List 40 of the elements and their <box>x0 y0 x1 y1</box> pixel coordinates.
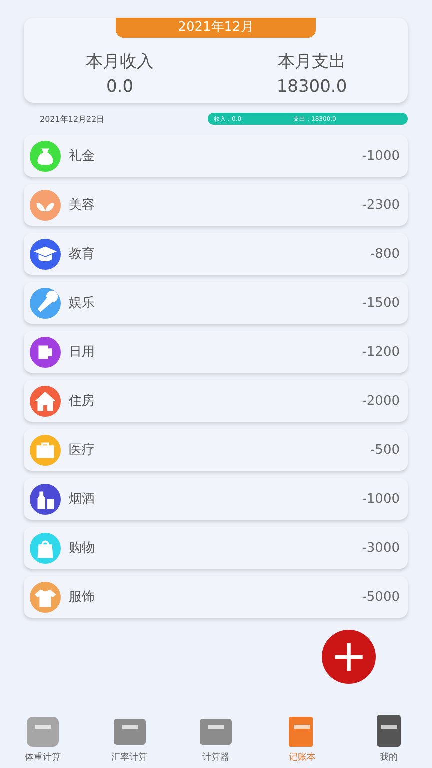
category-name: 教育 <box>69 246 96 263</box>
income-value: 0.0 <box>106 77 134 97</box>
expense-value: 18300.0 <box>276 77 348 97</box>
nav-tab[interactable]: 计算器 <box>198 713 234 764</box>
expense-row[interactable]: 医疗 -500 <box>24 429 408 471</box>
expense-label: 本月支出 <box>278 51 346 73</box>
amount: -1200 <box>362 344 400 360</box>
add-button[interactable]: + <box>322 630 376 684</box>
amount: -800 <box>370 246 400 262</box>
nav-tab[interactable]: 体重计算 <box>25 713 62 764</box>
category-name: 购物 <box>69 540 96 557</box>
category-name: 服饰 <box>69 589 96 606</box>
amount: -5000 <box>362 590 400 604</box>
category-name: 住房 <box>69 393 96 410</box>
category-name: 娱乐 <box>69 295 96 312</box>
income-label: 本月收入 <box>86 51 154 73</box>
amount: -1000 <box>362 148 400 164</box>
expense-row[interactable]: 烟酒 -1000 <box>24 478 408 520</box>
nav-tab[interactable]: 我的 <box>370 713 407 764</box>
amount: -1000 <box>362 492 400 506</box>
category-name: 医疗 <box>69 442 96 459</box>
expense-row[interactable]: 娱乐 -1500 <box>24 282 408 324</box>
amount: -500 <box>370 442 400 458</box>
category-name: 礼金 <box>69 148 96 165</box>
expense-row[interactable]: 日用 -1200 <box>24 331 408 373</box>
amount: -2300 <box>362 198 400 212</box>
category-name: 烟酒 <box>69 491 96 508</box>
category-name: 日用 <box>69 344 96 361</box>
expense-row[interactable]: 礼金 -1000 <box>24 135 408 177</box>
expense-row[interactable]: 服饰 -5000 <box>24 576 408 618</box>
expense-row[interactable]: 美容 -2300 <box>24 184 408 226</box>
expense-row[interactable]: 住房 -2000 <box>24 380 408 422</box>
amount: -2000 <box>362 394 400 408</box>
expense-row[interactable]: 教育 -800 <box>24 233 408 275</box>
nav-tab[interactable]: 汇率计算 <box>112 713 148 764</box>
category-name: 美容 <box>69 197 96 214</box>
amount: -1500 <box>362 296 400 310</box>
expense-row[interactable]: 购物 -3000 <box>24 527 408 569</box>
date-label: 2021年12月22日 <box>40 114 105 124</box>
amount: -3000 <box>362 540 400 556</box>
